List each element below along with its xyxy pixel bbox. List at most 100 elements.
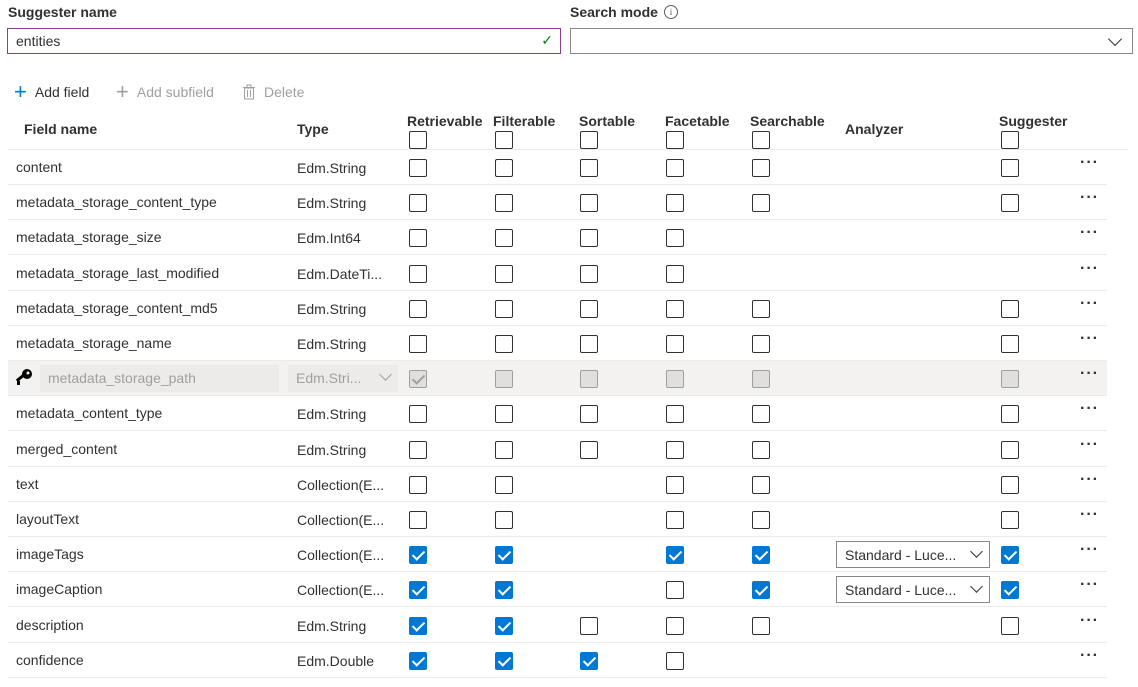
more-icon[interactable]: ··· (1080, 365, 1099, 383)
filterable-checkbox[interactable] (495, 159, 513, 177)
more-icon[interactable]: ··· (1080, 260, 1099, 278)
table-row[interactable]: metadata_storage_content_md5 Edm.String ··… (8, 291, 1107, 326)
table-row[interactable]: metadata_storage_name Edm.String ··· (8, 326, 1107, 361)
select-all-suggester-checkbox[interactable] (1001, 131, 1019, 149)
suggester-checkbox[interactable] (1001, 511, 1019, 529)
filterable-checkbox[interactable] (495, 581, 513, 600)
table-row[interactable]: layoutText Collection(E... ··· (8, 502, 1107, 537)
table-row[interactable]: description Edm.String ··· (8, 608, 1107, 643)
more-icon[interactable]: ··· (1080, 295, 1099, 313)
searchable-checkbox[interactable] (752, 475, 770, 494)
analyzer-select[interactable]: Standard - Luce... (836, 576, 990, 604)
more-icon[interactable]: ··· (1080, 400, 1099, 418)
retrievable-checkbox[interactable] (409, 405, 427, 424)
table-row[interactable]: metadata_storage_content_type Edm.String ·… (8, 185, 1107, 221)
filterable-checkbox[interactable] (495, 264, 513, 283)
retrievable-checkbox[interactable] (409, 440, 427, 459)
retrievable-checkbox[interactable] (409, 651, 427, 670)
delete-button[interactable]: Delete (242, 82, 304, 102)
sortable-checkbox[interactable] (580, 405, 598, 424)
table-row[interactable]: confidence Edm.Double ··· (8, 643, 1107, 678)
searchable-checkbox[interactable] (752, 194, 770, 213)
more-icon[interactable]: ··· (1080, 471, 1099, 489)
sortable-checkbox[interactable] (580, 299, 598, 318)
table-row[interactable]: imageTags Collection(E... Standard - Luce.… (8, 537, 1107, 573)
sortable-checkbox[interactable] (580, 616, 598, 635)
table-row[interactable]: metadata_storage_path Edm.Stri... ··· (8, 361, 1107, 397)
filterable-checkbox[interactable] (495, 511, 513, 529)
more-icon[interactable]: ··· (1080, 330, 1099, 348)
suggester-checkbox[interactable] (1001, 616, 1019, 635)
table-row[interactable]: imageCaption Collection(E... Standard - Lu… (8, 572, 1107, 608)
retrievable-checkbox[interactable] (409, 264, 427, 283)
retrievable-checkbox[interactable] (409, 546, 427, 565)
suggester-name-input[interactable]: entities ✓ (7, 28, 561, 54)
facetable-checkbox[interactable] (666, 159, 684, 177)
sortable-checkbox[interactable] (580, 229, 598, 248)
filterable-checkbox[interactable] (495, 335, 513, 353)
facetable-checkbox[interactable] (666, 546, 684, 565)
facetable-checkbox[interactable] (666, 616, 684, 635)
retrievable-checkbox[interactable] (409, 475, 427, 494)
facetable-checkbox[interactable] (666, 581, 684, 600)
table-row[interactable]: metadata_content_type Edm.String ··· (8, 396, 1107, 432)
searchable-checkbox[interactable] (752, 511, 770, 529)
suggester-checkbox[interactable] (1001, 405, 1019, 424)
suggester-checkbox[interactable] (1001, 159, 1019, 177)
more-icon[interactable]: ··· (1080, 189, 1099, 207)
facetable-checkbox[interactable] (666, 440, 684, 459)
sortable-checkbox[interactable] (580, 335, 598, 353)
more-icon[interactable]: ··· (1080, 224, 1099, 242)
retrievable-checkbox[interactable] (409, 335, 427, 353)
retrievable-checkbox[interactable] (409, 616, 427, 635)
table-row[interactable]: metadata_storage_last_modified Edm.DateTi… (8, 256, 1107, 291)
suggester-checkbox[interactable] (1001, 370, 1019, 389)
table-row[interactable]: merged_content Edm.String ··· (8, 432, 1107, 467)
facetable-checkbox[interactable] (666, 405, 684, 424)
more-icon[interactable]: ··· (1080, 154, 1099, 172)
analyzer-select[interactable]: Standard - Luce... (836, 541, 990, 569)
table-row[interactable]: content Edm.String ··· (8, 150, 1107, 185)
more-icon[interactable]: ··· (1080, 436, 1099, 454)
suggester-checkbox[interactable] (1001, 299, 1019, 318)
facetable-checkbox[interactable] (666, 229, 684, 248)
select-all-sortable-checkbox[interactable] (580, 131, 598, 149)
field-name-input[interactable]: metadata_storage_path (40, 365, 279, 393)
searchable-checkbox[interactable] (752, 581, 770, 600)
facetable-checkbox[interactable] (666, 475, 684, 494)
searchable-checkbox[interactable] (752, 299, 770, 318)
retrievable-checkbox[interactable] (409, 370, 427, 389)
facetable-checkbox[interactable] (666, 511, 684, 529)
searchable-checkbox[interactable] (752, 405, 770, 424)
select-all-searchable-checkbox[interactable] (752, 131, 770, 149)
searchable-checkbox[interactable] (752, 546, 770, 565)
searchable-checkbox[interactable] (752, 370, 770, 389)
sortable-checkbox[interactable] (580, 159, 598, 177)
retrievable-checkbox[interactable] (409, 159, 427, 177)
filterable-checkbox[interactable] (495, 299, 513, 318)
filterable-checkbox[interactable] (495, 440, 513, 459)
filterable-checkbox[interactable] (495, 194, 513, 213)
searchable-checkbox[interactable] (752, 159, 770, 177)
retrievable-checkbox[interactable] (409, 581, 427, 600)
add-subfield-button[interactable]: + Add subfield (116, 81, 214, 103)
facetable-checkbox[interactable] (666, 299, 684, 318)
retrievable-checkbox[interactable] (409, 511, 427, 529)
suggester-checkbox[interactable] (1001, 546, 1019, 565)
filterable-checkbox[interactable] (495, 475, 513, 494)
facetable-checkbox[interactable] (666, 651, 684, 670)
more-icon[interactable]: ··· (1080, 576, 1099, 594)
suggester-checkbox[interactable] (1001, 194, 1019, 213)
sortable-checkbox[interactable] (580, 264, 598, 283)
info-icon[interactable]: i (664, 5, 678, 19)
searchable-checkbox[interactable] (752, 335, 770, 353)
filterable-checkbox[interactable] (495, 651, 513, 670)
select-all-filterable-checkbox[interactable] (495, 131, 513, 149)
select-all-retrievable-checkbox[interactable] (409, 131, 427, 149)
filterable-checkbox[interactable] (495, 229, 513, 248)
facetable-checkbox[interactable] (666, 335, 684, 353)
sortable-checkbox[interactable] (580, 370, 598, 389)
table-row[interactable]: metadata_storage_size Edm.Int64 ··· (8, 220, 1107, 256)
search-mode-select[interactable] (570, 28, 1133, 54)
sortable-checkbox[interactable] (580, 651, 598, 670)
